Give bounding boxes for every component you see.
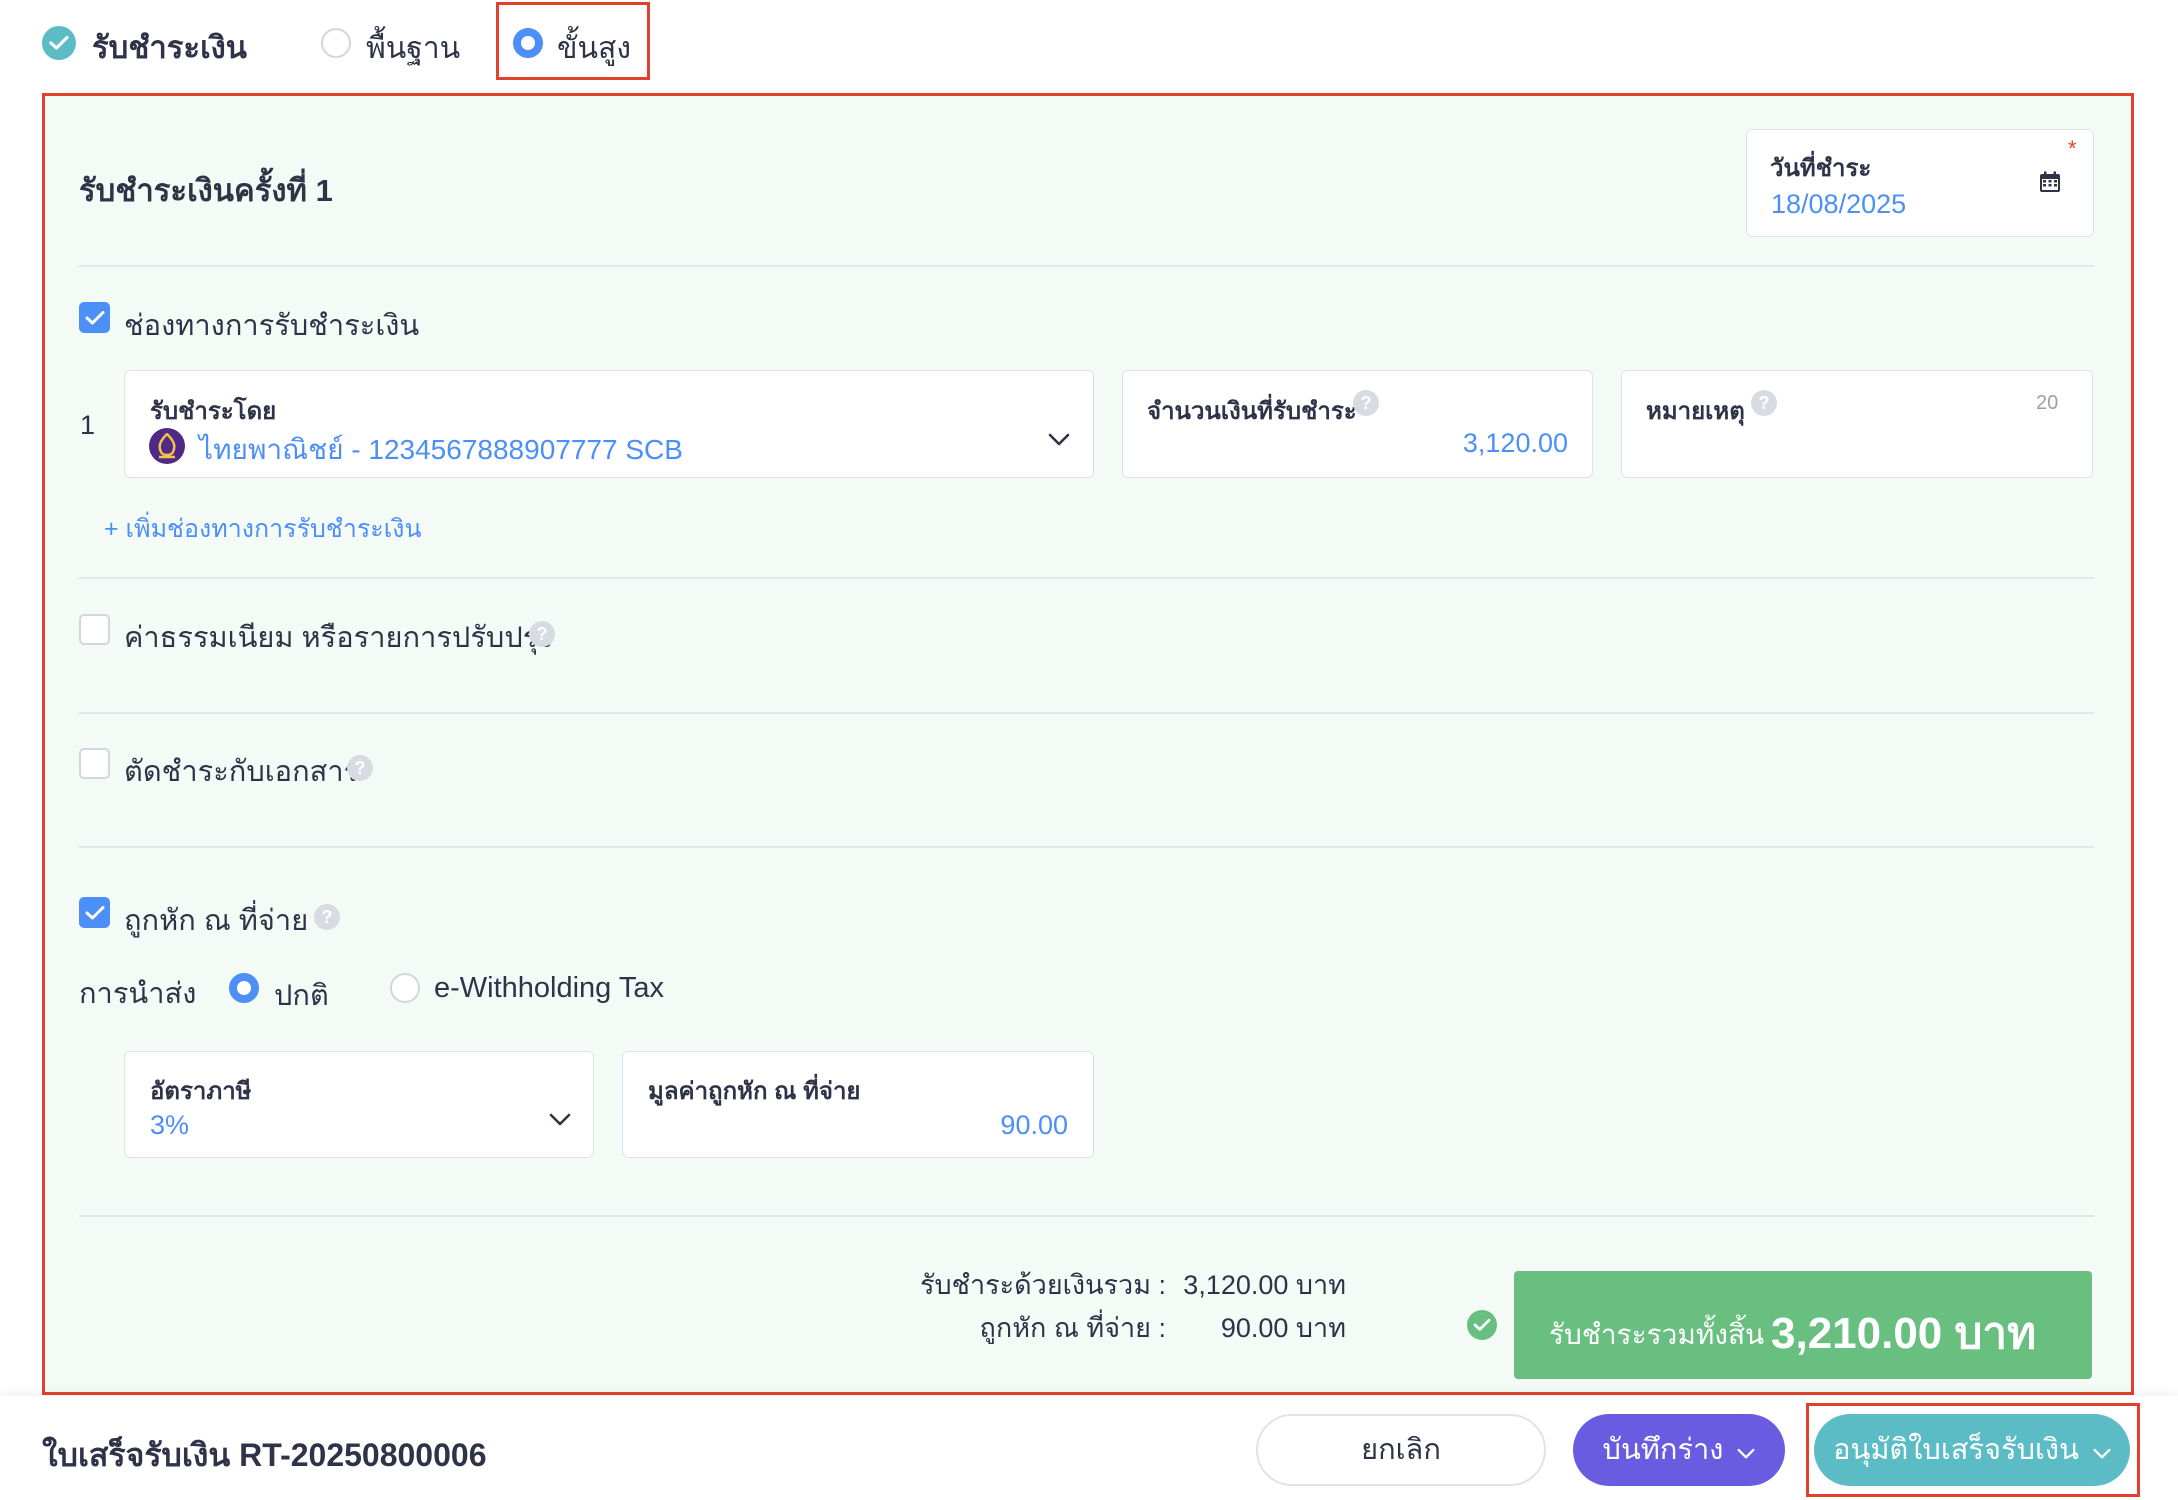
summary-wht-label: ถูกหัก ณ ที่จ่าย : <box>979 1313 1167 1343</box>
wht-amount-value[interactable]: 90.00 <box>820 1110 1068 1141</box>
divider <box>79 846 2094 848</box>
help-icon[interactable]: ? <box>1353 390 1379 416</box>
withholding-label: ถูกหัก ณ ที่จ่าย <box>124 905 309 937</box>
help-icon[interactable]: ? <box>1751 390 1777 416</box>
payment-round-title: รับชำระเงินครั้งที่ 1 <box>79 173 333 208</box>
offset-checkbox[interactable] <box>79 748 110 779</box>
chevron-down-icon <box>1737 1415 1755 1487</box>
cancel-button-label: ยกเลิก <box>1361 1434 1441 1466</box>
payment-section-title: รับชำระเงิน <box>92 30 247 65</box>
payment-date-value[interactable]: 18/08/2025 <box>1771 189 1906 220</box>
summary-check-icon <box>1467 1310 1497 1340</box>
fees-checkbox[interactable] <box>79 614 110 645</box>
payment-note-label: หมายเหตุ <box>1646 398 1745 425</box>
payment-method-value[interactable]: ไทยพาณิชย์ - 1234567888907777 SCB <box>199 428 683 472</box>
summary-wht-value: 90.00 บาท <box>1220 1313 1346 1343</box>
payment-panel <box>42 93 2134 1395</box>
total-value: 3,210.00 บาท <box>1771 1309 2037 1358</box>
payment-method-label: รับชำระโดย <box>150 398 277 425</box>
divider <box>79 577 2094 579</box>
scb-bank-logo <box>149 428 185 464</box>
submission-normal-radio[interactable] <box>229 973 259 1003</box>
withholding-checkbox[interactable] <box>79 897 110 928</box>
wht-amount-label: มูลค่าถูกหัก ณ ที่จ่าย <box>648 1078 861 1105</box>
required-mark: * <box>2068 136 2077 161</box>
tax-rate-value[interactable]: 3% <box>150 1110 189 1141</box>
payment-status-check-icon <box>42 26 76 60</box>
mode-basic-radio[interactable] <box>321 28 351 58</box>
help-icon[interactable]: ? <box>529 621 555 647</box>
channel-row-index: 1 <box>80 410 96 440</box>
channels-checkbox[interactable] <box>79 302 110 333</box>
summary-cash-label: รับชำระด้วยเงินรวม : <box>920 1270 1166 1300</box>
approve-button-highlight <box>1806 1403 2140 1497</box>
offset-label: ตัดชำระกับเอกสาร <box>124 756 360 788</box>
cancel-button[interactable]: ยกเลิก <box>1256 1414 1546 1486</box>
help-icon[interactable]: ? <box>314 904 340 930</box>
add-payment-channel-link[interactable]: + เพิ่มช่องทางการรับชำระเงิน <box>104 509 422 549</box>
payment-amount-label: จำนวนเงินที่รับชำระ <box>1147 398 1357 425</box>
chevron-down-icon[interactable] <box>1048 433 1070 452</box>
payment-date-label: วันที่ชำระ <box>1770 155 1872 182</box>
divider <box>79 1215 2094 1217</box>
submission-normal-label[interactable]: ปกติ <box>274 972 329 1018</box>
submission-ewht-label[interactable]: e-Withholding Tax <box>434 972 664 1005</box>
channels-label: ช่องทางการรับชำระเงิน <box>124 310 420 342</box>
mode-basic-label[interactable]: พื้นฐาน <box>366 25 460 72</box>
help-icon[interactable]: ? <box>347 755 373 781</box>
document-title: ใบเสร็จรับเงิน RT-20250800006 <box>42 1437 487 1473</box>
calendar-icon[interactable] <box>2038 170 2062 199</box>
summary-cash-value: 3,120.00 บาท <box>1183 1270 1346 1300</box>
chevron-down-icon[interactable] <box>549 1113 571 1132</box>
save-draft-label: บันทึกร่าง <box>1602 1434 1724 1466</box>
divider <box>79 712 2094 714</box>
note-char-counter: 20 <box>2036 392 2059 414</box>
divider <box>79 265 2094 267</box>
submission-ewht-radio[interactable] <box>390 973 420 1003</box>
fees-label: ค่าธรรมเนียม หรือรายการปรับปรุง <box>124 622 553 654</box>
tax-rate-label: อัตราภาษี <box>150 1078 252 1105</box>
payment-amount-value[interactable]: 3,120.00 <box>1320 428 1568 459</box>
mode-advanced-highlight <box>496 2 650 80</box>
save-draft-button[interactable]: บันทึกร่าง <box>1573 1414 1785 1486</box>
total-label: รับชำระรวมทั้งสิ้น <box>1549 1319 1765 1350</box>
submission-label: การนำส่ง <box>79 978 197 1010</box>
